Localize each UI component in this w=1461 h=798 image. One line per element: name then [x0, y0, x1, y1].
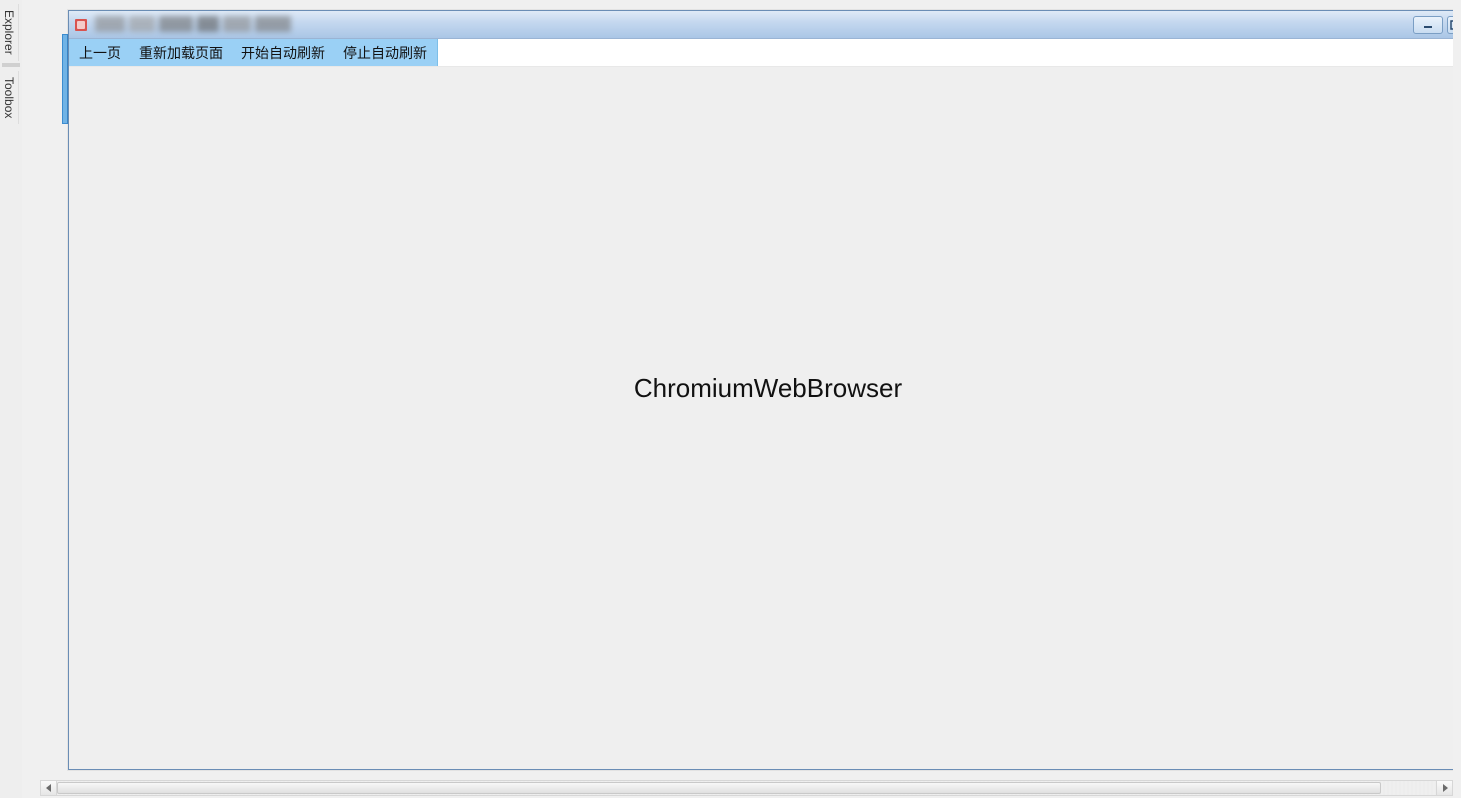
window-title-redacted: [95, 15, 1413, 35]
sidebar-tab-toolbox[interactable]: Toolbox: [0, 71, 19, 124]
minimize-button[interactable]: [1413, 16, 1443, 34]
scrollbar-thumb[interactable]: [57, 782, 1381, 794]
menubar-highlight: 上一页 重新加载页面 开始自动刷新 停止自动刷新: [69, 39, 438, 66]
sidebar-tab-explorer[interactable]: Explorer: [0, 4, 19, 61]
designer-surface[interactable]: 上一页 重新加载页面 开始自动刷新 停止自动刷新 ChromiumWebBrow…: [40, 2, 1453, 780]
browser-placeholder-label: ChromiumWebBrowser: [634, 373, 902, 404]
window-control-buttons: [1413, 16, 1453, 34]
designer-vertical-scrollbar[interactable]: [1453, 2, 1461, 780]
form-window: 上一页 重新加载页面 开始自动刷新 停止自动刷新 ChromiumWebBrow…: [68, 10, 1453, 770]
scroll-left-arrow-icon[interactable]: [41, 781, 57, 795]
menu-back[interactable]: 上一页: [79, 43, 121, 63]
scroll-right-arrow-icon[interactable]: [1436, 781, 1452, 795]
menu-start-auto-refresh[interactable]: 开始自动刷新: [241, 43, 325, 63]
browser-control-area[interactable]: ChromiumWebBrowser: [69, 67, 1453, 769]
sidebar-separator: [2, 63, 20, 67]
designer-horizontal-scrollbar[interactable]: [40, 780, 1453, 796]
scrollbar-track[interactable]: [57, 781, 1436, 795]
window-titlebar: [69, 11, 1453, 39]
menubar: 上一页 重新加载页面 开始自动刷新 停止自动刷新: [69, 39, 1453, 67]
ide-sidebar-tabs: Explorer Toolbox: [0, 0, 22, 798]
menu-stop-auto-refresh[interactable]: 停止自动刷新: [343, 43, 427, 63]
menu-reload[interactable]: 重新加载页面: [139, 43, 223, 63]
app-icon: [73, 17, 89, 33]
